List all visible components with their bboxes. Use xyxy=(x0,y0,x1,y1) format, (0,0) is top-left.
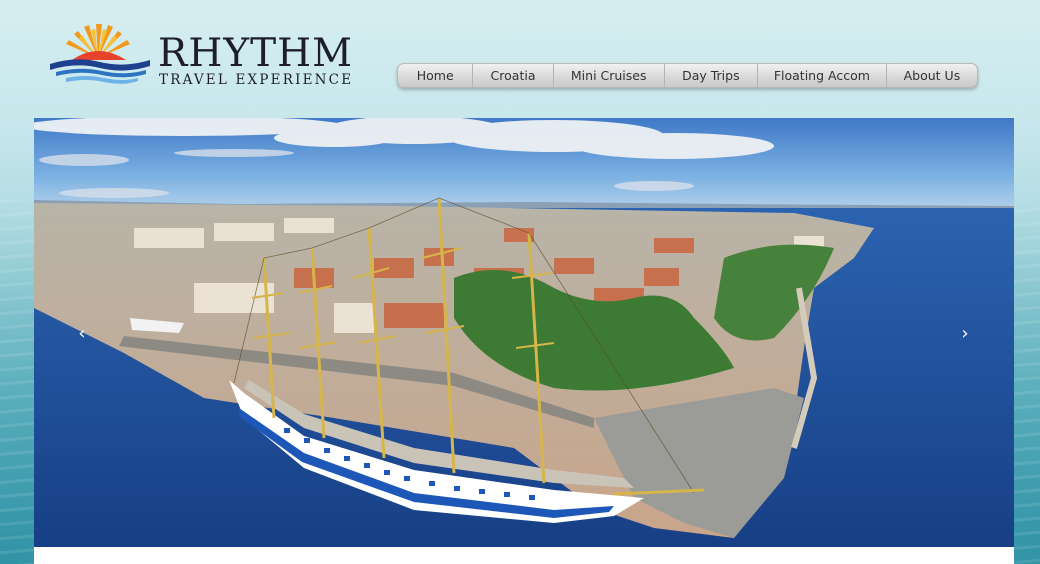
sun-over-waves-logo-icon xyxy=(50,24,150,84)
chevron-left-icon[interactable]: ‹ xyxy=(74,322,90,346)
chevron-right-icon[interactable]: › xyxy=(957,322,973,346)
nav-mini-cruises[interactable]: Mini Cruises xyxy=(554,64,665,87)
logo[interactable]: RHYTHM TRAVEL EXPERIENCE xyxy=(46,20,356,90)
aerial-harbor-tall-ship-photo xyxy=(34,118,1014,547)
logo-wordmark: RHYTHM xyxy=(158,31,354,76)
nav-croatia[interactable]: Croatia xyxy=(473,64,554,87)
nav-floating-accom[interactable]: Floating Accom xyxy=(758,64,887,87)
nav-about-us[interactable]: About Us xyxy=(887,64,977,87)
nav-day-trips[interactable]: Day Trips xyxy=(665,64,758,87)
hero-slider[interactable]: ‹ › xyxy=(34,118,1014,547)
nav-home[interactable]: Home xyxy=(398,64,474,87)
content-area xyxy=(34,547,1014,564)
main-nav: Home Croatia Mini Cruises Day Trips Floa… xyxy=(397,63,978,88)
logo-subtitle: TRAVEL EXPERIENCE xyxy=(159,72,354,88)
